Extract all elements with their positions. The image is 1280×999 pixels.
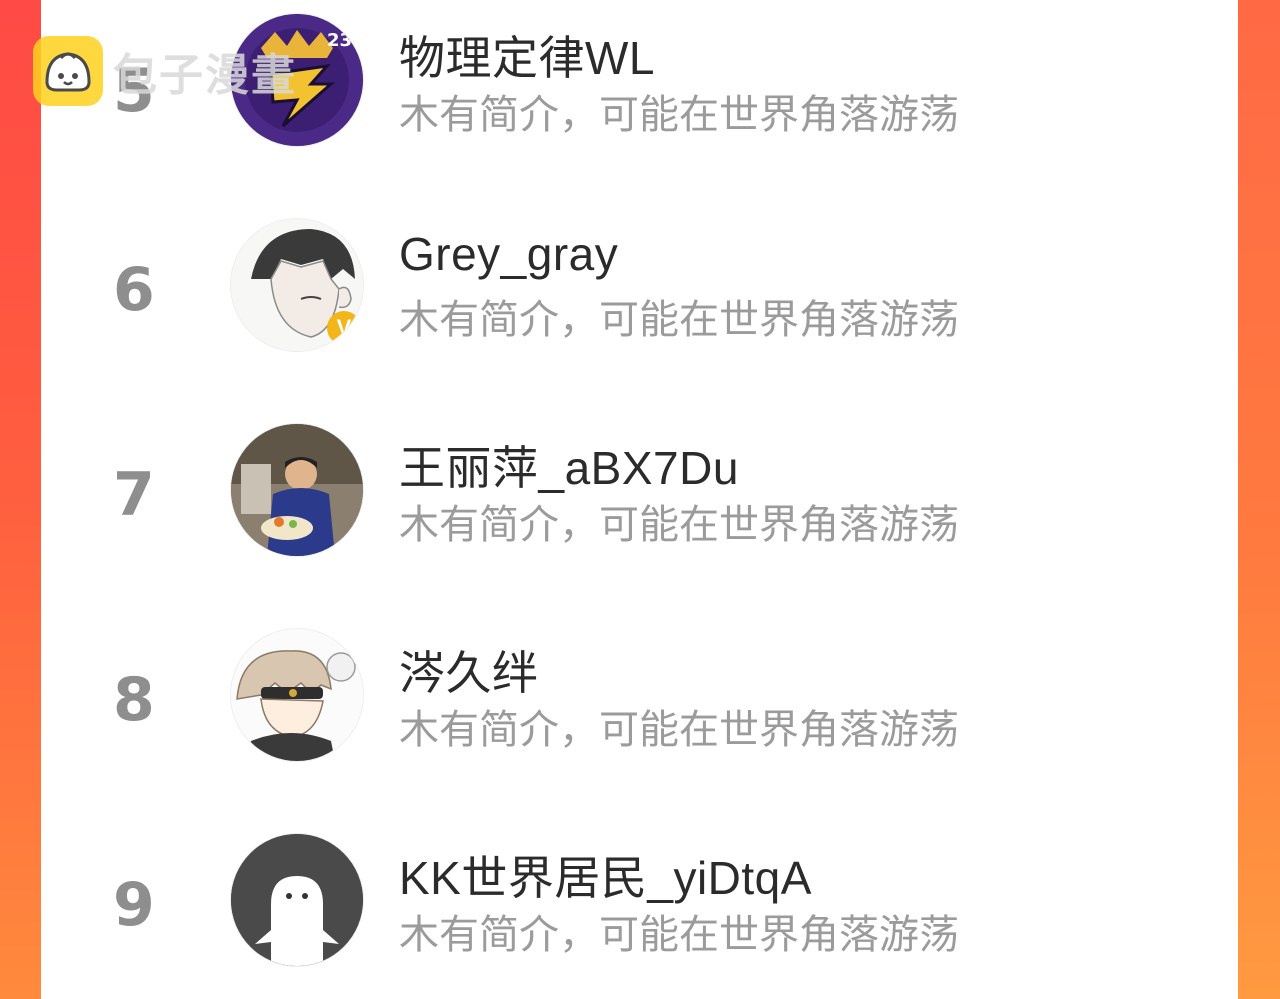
- list-item[interactable]: 6 V Grey_gray 木有简介，可能在世界角落游荡: [41, 205, 1238, 365]
- rank-number: 7: [113, 460, 155, 530]
- svg-text:23: 23: [327, 30, 352, 51]
- child-photo-avatar-icon[interactable]: [231, 424, 363, 556]
- list-item[interactable]: 8 涔久绊 木有简介，可能在世界角落游荡: [41, 615, 1238, 775]
- user-bio: 木有简介，可能在世界角落游荡: [399, 913, 959, 957]
- default-ghost-avatar-icon[interactable]: [231, 834, 363, 966]
- list-item[interactable]: 9 KK世界居民_yiDtqA 木有简介，可能在世界角落游荡: [41, 820, 1238, 980]
- verified-badge-icon: V: [327, 311, 361, 345]
- user-name[interactable]: 物理定律WL: [399, 22, 655, 88]
- bun-logo-icon: [33, 36, 103, 106]
- user-bio: 木有简介，可能在世界角落游荡: [399, 93, 959, 137]
- ranking-list-panel: 5 23 物理定律WL 木有简介，可能在世界角落游荡 6 V Grey_gray…: [41, 0, 1238, 999]
- anime-boy-avatar-icon[interactable]: V: [231, 219, 363, 351]
- watermark: 包子漫畫: [33, 36, 297, 106]
- user-bio: 木有简介，可能在世界角落游荡: [399, 503, 959, 547]
- user-name[interactable]: 涔久绊: [399, 637, 539, 703]
- watermark-text: 包子漫畫: [113, 50, 297, 101]
- list-item[interactable]: 7 王丽萍_aBX7Du 木有简介，可能在世界角落游荡: [41, 410, 1238, 570]
- user-bio: 木有简介，可能在世界角落游荡: [399, 298, 959, 342]
- user-name[interactable]: Grey_gray: [399, 227, 618, 281]
- rank-number: 6: [113, 255, 155, 325]
- rank-number: 8: [113, 665, 155, 735]
- rank-number: 9: [113, 870, 155, 940]
- user-bio: 木有简介，可能在世界角落游荡: [399, 708, 959, 752]
- user-name[interactable]: 王丽萍_aBX7Du: [399, 432, 739, 498]
- user-name[interactable]: KK世界居民_yiDtqA: [399, 842, 812, 908]
- chibi-character-avatar-icon[interactable]: [231, 629, 363, 761]
- background-right-strip: [1238, 0, 1280, 999]
